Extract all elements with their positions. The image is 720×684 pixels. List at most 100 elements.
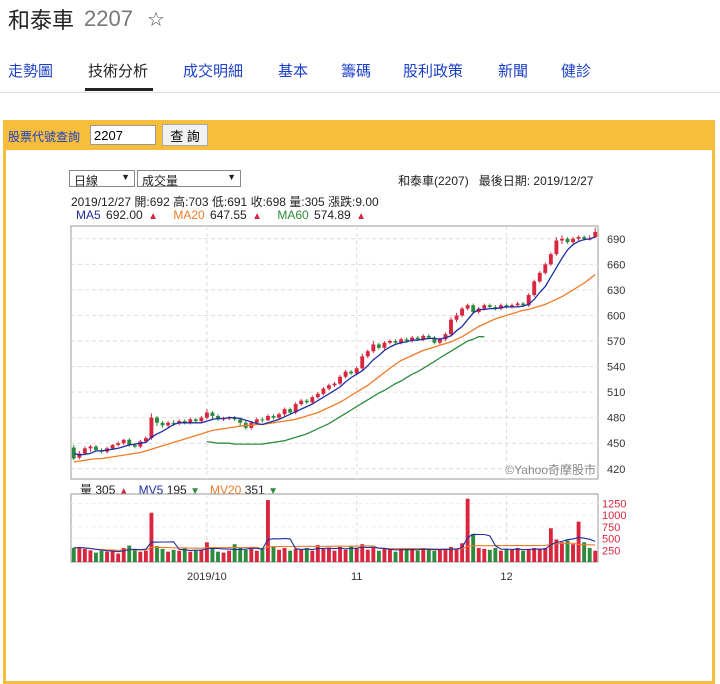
volume-tick-label: 250 (602, 545, 620, 557)
candle-body (521, 303, 526, 306)
volume-bar (437, 548, 442, 562)
watermark: ©Yahoo奇摩股市 (505, 462, 596, 477)
volume-bar (576, 521, 581, 562)
candle-body (548, 254, 553, 265)
volume-bar (82, 548, 87, 562)
volume-bar (376, 550, 381, 562)
candle-body (88, 446, 93, 449)
candle-body (543, 264, 548, 273)
volume-bar (432, 550, 437, 562)
volume-bar (515, 547, 520, 562)
candle-body (554, 240, 559, 255)
candle-body (282, 409, 287, 415)
volume-bar (560, 542, 564, 562)
volume-bar (293, 548, 298, 562)
candle-body (415, 337, 420, 340)
volume-bar (265, 500, 270, 562)
volume-bar (593, 550, 598, 562)
volume-bar (504, 548, 509, 562)
candle-body (116, 443, 121, 445)
volume-bar (487, 549, 492, 562)
candle-body (471, 305, 476, 313)
candle-body (271, 415, 276, 418)
candle-body (482, 305, 487, 309)
candle-body (149, 417, 154, 439)
volume-bar (132, 549, 137, 562)
candle-body (94, 446, 98, 451)
candle-body (338, 376, 342, 384)
candle-body (465, 305, 470, 309)
volume-bar (199, 549, 204, 562)
volume-bar (343, 549, 348, 562)
candle-body (254, 419, 259, 423)
candle-body (110, 444, 115, 449)
price-tick-label: 540 (607, 362, 625, 374)
candle-body (487, 305, 492, 307)
price-tick-label: 570 (607, 336, 625, 348)
candle-body (310, 397, 315, 403)
x-tick-label: 11 (351, 571, 362, 583)
volume-tick-label: 1000 (602, 510, 626, 522)
volume-bar (315, 545, 320, 562)
volume-bar (338, 546, 342, 562)
volume-bar (216, 551, 220, 562)
price-tick-label: 600 (607, 310, 625, 322)
volume-bar (221, 552, 226, 562)
volume-bar (526, 549, 531, 562)
volume-bar (443, 549, 448, 562)
candle-body (560, 238, 564, 241)
volume-bar (393, 551, 398, 562)
volume-bar (116, 553, 121, 562)
volume-tick-label: 500 (602, 534, 620, 546)
candle-body (571, 238, 575, 243)
candle-body (537, 272, 542, 282)
volume-bar (288, 550, 293, 562)
volume-bar (388, 549, 392, 562)
volume-bar (88, 550, 93, 562)
candle-body (327, 385, 331, 389)
volume-bar (454, 548, 459, 562)
candle-body (576, 237, 581, 239)
volume-bar (105, 551, 109, 562)
candle-body (515, 303, 520, 306)
candle-body (454, 315, 459, 320)
volume-bar (271, 546, 276, 562)
stock-chart: 4204504805105405706006306606902505007501… (70, 225, 626, 583)
candle-body (449, 319, 453, 335)
volume-bar (149, 512, 154, 562)
candle-body (199, 417, 204, 422)
candle-body (160, 422, 165, 426)
candle-body (82, 448, 87, 454)
volume-bar (71, 547, 76, 562)
candle-body (365, 351, 370, 357)
volume-bar (371, 547, 376, 562)
candle-body (204, 412, 209, 418)
x-tick-label: 12 (500, 571, 512, 583)
candle-body (166, 422, 171, 426)
candle-body (460, 308, 465, 316)
volume-bar (249, 548, 254, 562)
candle-body (238, 419, 243, 423)
candle-body (121, 439, 126, 444)
volume-bar (277, 549, 281, 562)
price-tick-label: 630 (607, 285, 625, 297)
volume-bar (94, 552, 98, 562)
volume-bar (327, 547, 331, 562)
candle-body (582, 237, 587, 239)
volume-bar (537, 548, 542, 562)
price-tick-label: 450 (607, 438, 625, 450)
volume-bar (426, 549, 431, 562)
candle-body (71, 447, 76, 459)
volume-bar (365, 549, 370, 562)
volume-bar (155, 546, 159, 562)
volume-bar (310, 550, 315, 562)
candle-body (593, 231, 598, 238)
volume-bar (482, 548, 487, 562)
volume-bar (410, 548, 415, 562)
volume-bar (476, 547, 481, 562)
volume-bar (77, 546, 82, 562)
volume-bar (543, 547, 548, 562)
candle-body (210, 412, 215, 416)
volume-bar (498, 550, 503, 562)
volume-bar (143, 550, 148, 562)
